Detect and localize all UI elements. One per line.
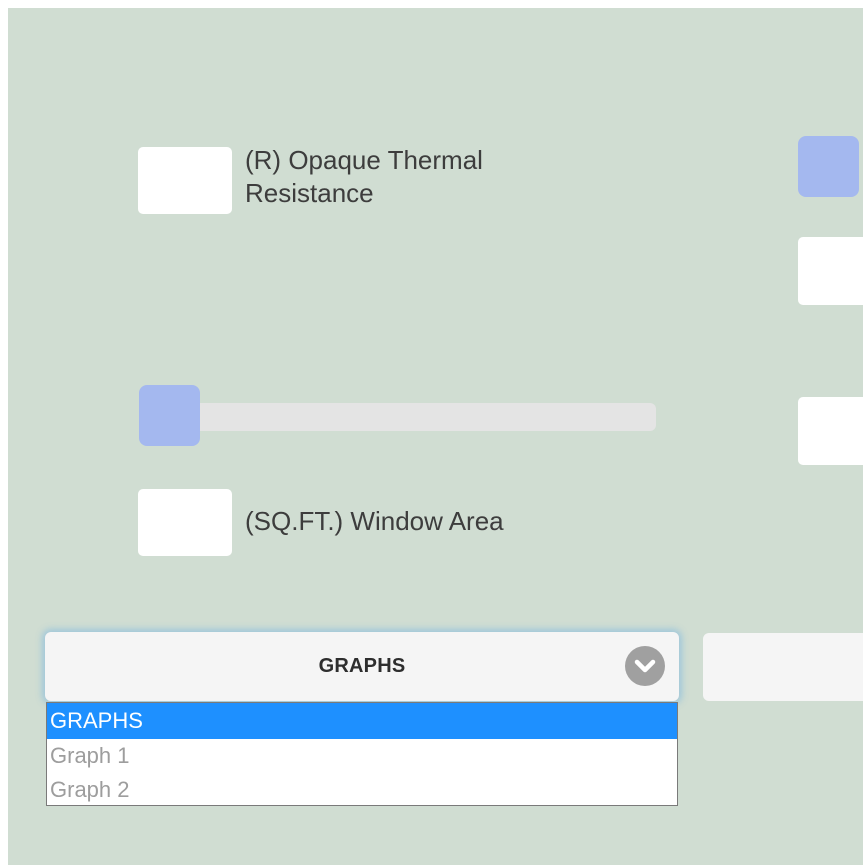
graph-options-list: GRAPHS Graph 1 Graph 2 bbox=[46, 702, 678, 806]
right-input-1[interactable] bbox=[798, 237, 863, 305]
window-area-slider-track[interactable] bbox=[140, 403, 656, 431]
r-value-input[interactable] bbox=[138, 147, 232, 214]
chevron-down-icon[interactable] bbox=[625, 646, 665, 686]
graph-select[interactable]: GRAPHS bbox=[45, 632, 679, 701]
right-slider-handle[interactable] bbox=[798, 136, 859, 197]
right-input-2[interactable] bbox=[798, 397, 863, 465]
window-area-label: (SQ.FT.) Window Area bbox=[245, 506, 504, 536]
window-area-input[interactable] bbox=[138, 489, 232, 556]
right-select-bar[interactable] bbox=[703, 633, 863, 701]
graph-option-graph-2[interactable]: Graph 2 bbox=[47, 773, 677, 807]
graph-select-value: GRAPHS bbox=[318, 655, 406, 677]
graph-option-graphs[interactable]: GRAPHS bbox=[47, 703, 677, 739]
graph-option-graph-1[interactable]: Graph 1 bbox=[47, 739, 677, 773]
window-area-slider-handle[interactable] bbox=[139, 385, 200, 446]
r-value-label: (R) Opaque Thermal Resistance bbox=[245, 145, 483, 208]
